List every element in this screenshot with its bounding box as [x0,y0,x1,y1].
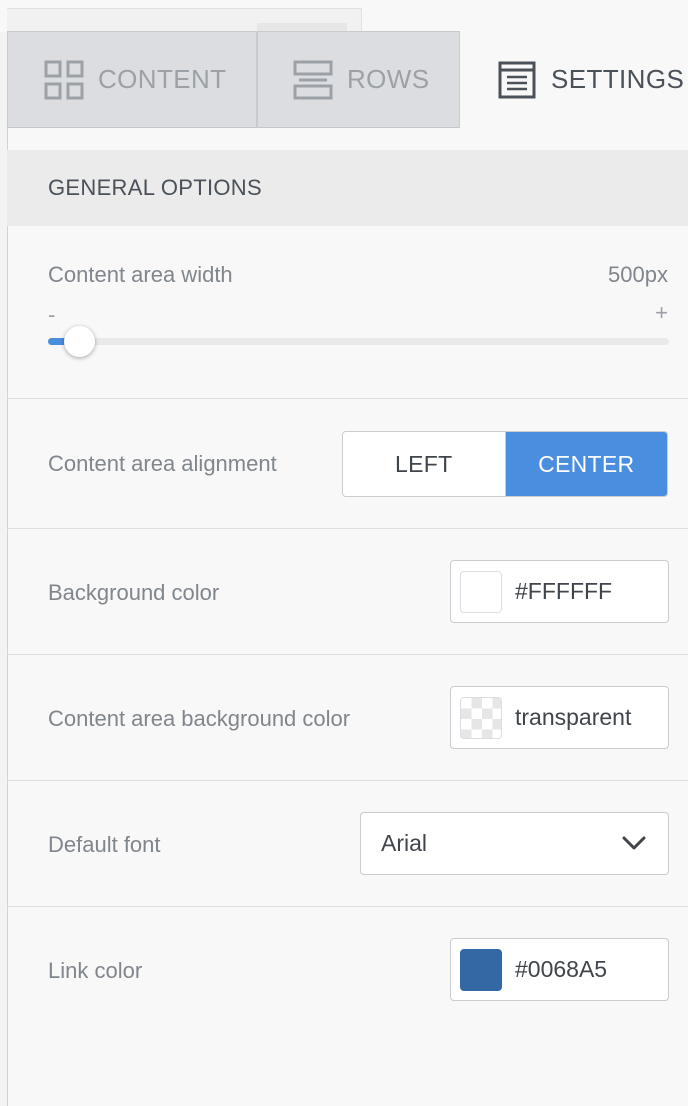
align-center-button[interactable]: CENTER [505,432,667,496]
rows-icon [293,60,333,99]
tab-content-label: CONTENT [98,64,227,94]
content-bg-color-row: Content area background color transparen… [7,655,688,781]
slider-thumb[interactable] [64,326,96,357]
width-slider[interactable] [48,326,669,357]
tab-settings[interactable]: SETTINGS [460,31,688,128]
link-color-row: Link color #0068A5 [7,907,688,1033]
background-color-label: Background color [48,580,220,605]
content-width-row: Content area width 500px - + [7,226,688,399]
slider-min-label: - [48,302,56,327]
settings-document-icon [498,61,536,98]
default-font-value: Arial [381,830,428,856]
section-title: GENERAL OPTIONS [48,175,262,200]
tab-settings-label: SETTINGS [551,64,685,94]
link-color-label: Link color [48,958,143,983]
default-font-row: Default font Arial [7,781,688,907]
link-color-swatch[interactable] [460,948,502,991]
content-bg-color-swatch[interactable] [460,696,502,739]
slider-max-label: + [655,300,668,325]
tab-rows-label: ROWS [347,64,430,94]
content-bg-color-label: Content area background color [48,706,351,731]
background-color-value: #FFFFFF [515,578,613,604]
align-left-button[interactable]: LEFT [343,432,506,496]
content-width-label: Content area width [48,262,233,287]
panel-tabs: CONTENT ROWS SETTINGS [7,31,688,129]
tab-content[interactable]: CONTENT [7,31,257,128]
background-color-input[interactable]: #FFFFFF [450,560,669,623]
background-panel-edge [7,8,362,33]
grid-icon [44,60,84,99]
content-width-value: 500px [608,262,668,287]
alignment-row: Content area alignment LEFT CENTER [7,399,688,529]
alignment-toggle: LEFT CENTER [342,431,668,497]
content-bg-color-input[interactable]: transparent [450,686,669,749]
background-color-swatch[interactable] [460,570,502,613]
content-bg-color-value: transparent [515,704,632,730]
background-color-row: Background color #FFFFFF [7,529,688,655]
link-color-input[interactable]: #0068A5 [450,938,669,1001]
default-font-select[interactable]: Arial [360,812,669,875]
tab-rows[interactable]: ROWS [257,31,460,128]
alignment-label: Content area alignment [48,451,277,476]
link-color-value: #0068A5 [515,956,608,982]
chevron-down-icon [622,836,646,850]
section-header: GENERAL OPTIONS [7,150,688,226]
default-font-label: Default font [48,832,161,857]
